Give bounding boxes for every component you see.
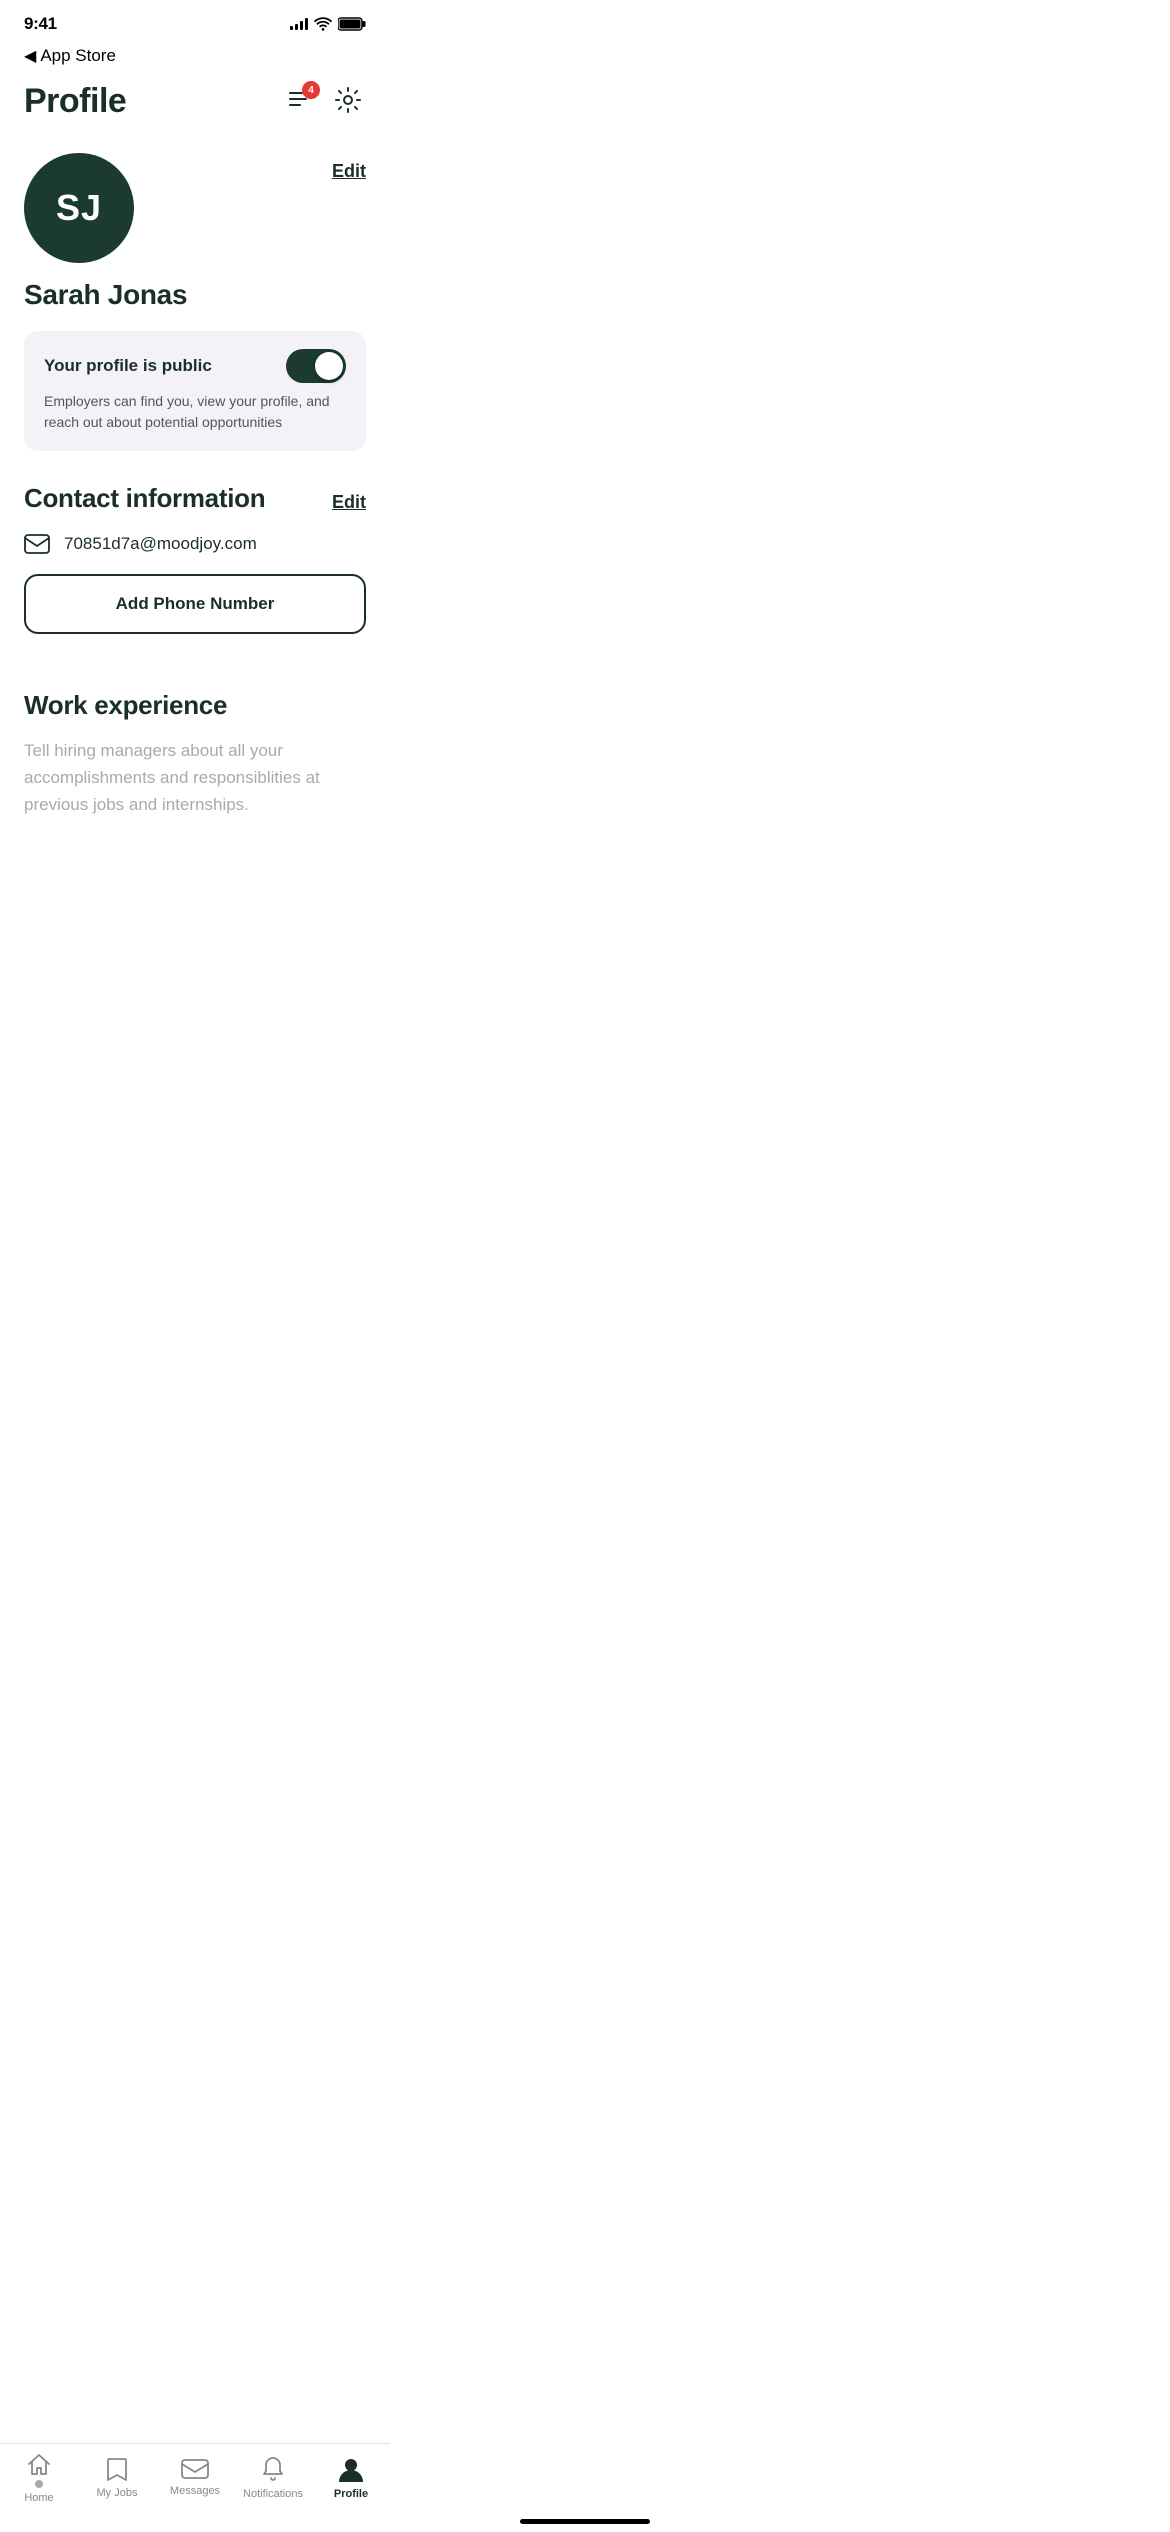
- tab-profile[interactable]: Profile: [316, 2456, 386, 2500]
- tab-home-label: Home: [24, 2492, 53, 2504]
- email-row: 70851d7a@moodjoy.com: [24, 534, 366, 554]
- back-nav[interactable]: ◀ App Store: [0, 42, 390, 74]
- gear-icon: [334, 86, 362, 114]
- tab-home[interactable]: Home: [4, 2452, 74, 2504]
- tab-messages[interactable]: Messages: [160, 2459, 230, 2497]
- public-card-title: Your profile is public: [44, 356, 212, 376]
- tab-bar: Home My Jobs Messages Notifications Prof…: [0, 2443, 390, 2532]
- work-section-description: Tell hiring managers about all your acco…: [24, 737, 366, 819]
- work-section-title: Work experience: [24, 690, 366, 721]
- header-actions: 4: [286, 82, 366, 121]
- public-toggle[interactable]: [286, 349, 346, 383]
- tab-my-jobs[interactable]: My Jobs: [82, 2457, 152, 2499]
- status-icons: [290, 17, 366, 31]
- bell-icon: [261, 2456, 285, 2484]
- signal-icon: [290, 18, 308, 30]
- profile-section: SJ Edit Sarah Jonas Your profile is publ…: [0, 137, 390, 451]
- tab-my-jobs-label: My Jobs: [97, 2487, 138, 2499]
- profile-top: SJ Edit: [24, 153, 366, 263]
- bookmark-icon: [106, 2457, 128, 2483]
- profile-name: Sarah Jonas: [24, 279, 366, 311]
- settings-button[interactable]: [330, 82, 366, 121]
- battery-icon: [338, 17, 366, 31]
- home-icon: [26, 2452, 52, 2478]
- contact-section-header: Contact information Edit: [24, 483, 366, 514]
- email-value: 70851d7a@moodjoy.com: [64, 534, 257, 554]
- back-chevron-icon: ◀: [24, 46, 36, 66]
- email-icon: [24, 534, 50, 554]
- status-bar: 9:41: [0, 0, 390, 42]
- back-link[interactable]: ◀ App Store: [24, 46, 116, 66]
- profile-icon: [338, 2456, 364, 2484]
- contact-section-title: Contact information: [24, 483, 265, 514]
- home-dot-indicator: [35, 2480, 43, 2488]
- toggle-knob: [315, 352, 343, 380]
- tab-notifications[interactable]: Notifications: [238, 2456, 308, 2500]
- work-experience-section: Work experience Tell hiring managers abo…: [0, 690, 390, 939]
- notifications-button[interactable]: 4: [286, 87, 314, 116]
- page-header: Profile 4: [0, 74, 390, 137]
- public-profile-card: Your profile is public Employers can fin…: [24, 331, 366, 451]
- status-time: 9:41: [24, 14, 57, 34]
- home-indicator: [520, 2519, 650, 2524]
- tab-notifications-label: Notifications: [243, 2488, 303, 2500]
- messages-icon: [181, 2459, 209, 2481]
- tab-messages-label: Messages: [170, 2485, 220, 2497]
- notification-badge: 4: [302, 81, 320, 99]
- profile-edit-link[interactable]: Edit: [332, 161, 366, 182]
- contact-info-section: Contact information Edit 70851d7a@moodjo…: [0, 483, 390, 666]
- add-phone-button[interactable]: Add Phone Number: [24, 574, 366, 634]
- tab-profile-label: Profile: [334, 2488, 368, 2500]
- page-title: Profile: [24, 82, 126, 121]
- contact-edit-link[interactable]: Edit: [332, 492, 366, 513]
- wifi-icon: [314, 17, 332, 31]
- public-card-row: Your profile is public: [44, 349, 346, 383]
- avatar: SJ: [24, 153, 134, 263]
- public-card-description: Employers can find you, view your profil…: [44, 391, 346, 433]
